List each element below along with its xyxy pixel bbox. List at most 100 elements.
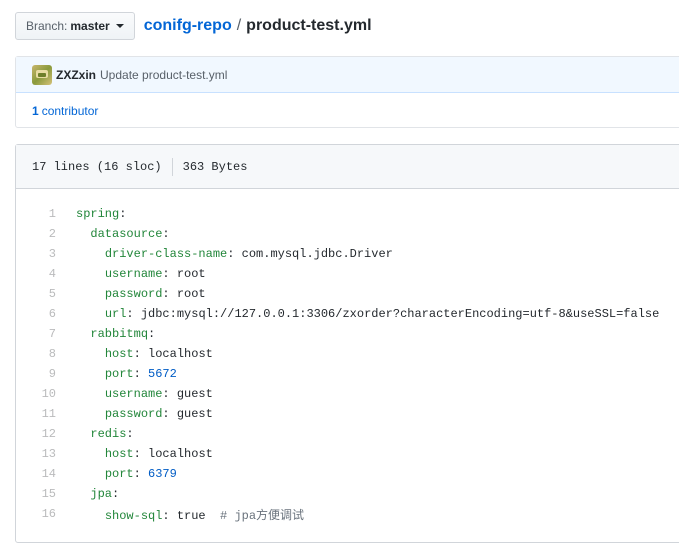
line-number[interactable]: 2 [16, 227, 56, 241]
contributor-label: contributor [41, 103, 99, 118]
yaml-key: password [104, 407, 163, 421]
yaml-key: spring [76, 207, 120, 221]
line-number[interactable]: 10 [16, 387, 56, 401]
file-info-header: 17 lines (16 sloc) 363 Bytes [16, 145, 679, 189]
line-number[interactable]: 3 [16, 247, 56, 261]
code-line: 9 port: 5672 [16, 364, 679, 384]
file-viewer: 17 lines (16 sloc) 363 Bytes 1 spring: 2 d… [15, 144, 679, 543]
file-info-divider [171, 157, 173, 176]
yaml-key: datasource [90, 227, 163, 241]
code-line: 12 redis: [16, 424, 679, 444]
yaml-value: localhost [148, 347, 213, 361]
yaml-value: 6379 [148, 467, 177, 481]
line-content: driver-class-name: com.mysql.jdbc.Driver [56, 247, 393, 261]
code-line: 7 rabbitmq: [16, 324, 679, 344]
yaml-key: driver-class-name [104, 247, 228, 261]
line-content: host: localhost [56, 447, 213, 461]
line-content: username: guest [56, 387, 213, 401]
breadcrumb-file-name: product-test.yml [246, 17, 372, 34]
contributors-row[interactable]: 1 contributor [16, 93, 679, 128]
code-line: 4 username: root [16, 264, 679, 284]
yaml-value: root [176, 287, 206, 301]
line-number[interactable]: 6 [16, 307, 56, 321]
yaml-key: show-sql [104, 508, 163, 523]
contributor-count: 1 [32, 103, 39, 118]
commit-tease: ZXZxin Update product-test.yml [16, 57, 679, 93]
line-number[interactable]: 4 [16, 267, 56, 281]
line-content: show-sql: true # jpa方便调试 [56, 506, 304, 523]
line-content: password: guest [56, 407, 213, 421]
yaml-colon: : [126, 427, 134, 441]
line-content: port: 5672 [56, 367, 177, 381]
line-number[interactable]: 14 [16, 467, 56, 481]
line-number[interactable]: 11 [16, 407, 56, 421]
line-content: jpa: [56, 487, 119, 501]
branch-select-button[interactable]: Branch: master [15, 12, 135, 40]
yaml-value: 5672 [148, 367, 177, 381]
caret-down-icon [115, 24, 124, 28]
code-line: 16 show-sql: true # jpa方便调试 [16, 504, 679, 524]
line-number[interactable]: 16 [16, 507, 56, 521]
yaml-colon: : [162, 267, 177, 281]
commit-message-link[interactable]: Update product-test.yml [100, 68, 227, 82]
yaml-value: guest [176, 407, 213, 421]
yaml-key: port [104, 367, 134, 381]
breadcrumb-separator: / [236, 17, 242, 34]
yaml-comment: # jpa方便调试 [205, 508, 305, 523]
breadcrumb: conifg-repo / product-test.yml [144, 17, 372, 35]
code-line: 15 jpa: [16, 484, 679, 504]
yaml-key: password [104, 287, 163, 301]
code-line: 8 host: localhost [16, 344, 679, 364]
yaml-key: url [104, 307, 127, 321]
yaml-colon: : [162, 227, 170, 241]
line-number[interactable]: 13 [16, 447, 56, 461]
line-content: rabbitmq: [56, 327, 155, 341]
yaml-key: jpa [90, 487, 113, 501]
line-content: url: jdbc:mysql://127.0.0.1:3306/zxorder… [56, 307, 660, 321]
yaml-value: jdbc:mysql://127.0.0.1:3306/zxorder?char… [140, 307, 660, 321]
code-line: 5 password: root [16, 284, 679, 304]
line-content: host: localhost [56, 347, 213, 361]
code-line: 1 spring: [16, 204, 679, 224]
yaml-value: com.mysql.jdbc.Driver [241, 247, 393, 261]
code-line: 11 password: guest [16, 404, 679, 424]
breadcrumb-repo-link[interactable]: conifg-repo [144, 17, 232, 35]
line-number[interactable]: 9 [16, 367, 56, 381]
line-number[interactable]: 12 [16, 427, 56, 441]
yaml-key: username [104, 387, 163, 401]
yaml-colon: : [148, 327, 156, 341]
yaml-colon: : [119, 207, 127, 221]
yaml-colon: : [133, 447, 149, 461]
line-content: username: root [56, 267, 206, 281]
line-number[interactable]: 5 [16, 287, 56, 301]
branch-prefix: Branch: [26, 19, 68, 33]
yaml-colon: : [126, 307, 141, 321]
line-content: port: 6379 [56, 467, 177, 481]
yaml-colon: : [112, 487, 120, 501]
yaml-colon: : [133, 367, 149, 381]
line-number[interactable]: 7 [16, 327, 56, 341]
line-number[interactable]: 8 [16, 347, 56, 361]
avatar[interactable] [32, 64, 52, 85]
commit-author-link[interactable]: ZXZxin [56, 68, 96, 82]
yaml-value: root [176, 267, 206, 281]
yaml-value: true [176, 508, 206, 523]
code-line: 13 host: localhost [16, 444, 679, 464]
yaml-key: rabbitmq [90, 327, 149, 341]
line-number[interactable]: 1 [16, 207, 56, 221]
code-blob: 1 spring: 2 datasource: 3 driver-class-name… [16, 189, 679, 524]
line-number[interactable]: 15 [16, 487, 56, 501]
yaml-colon: : [162, 287, 177, 301]
